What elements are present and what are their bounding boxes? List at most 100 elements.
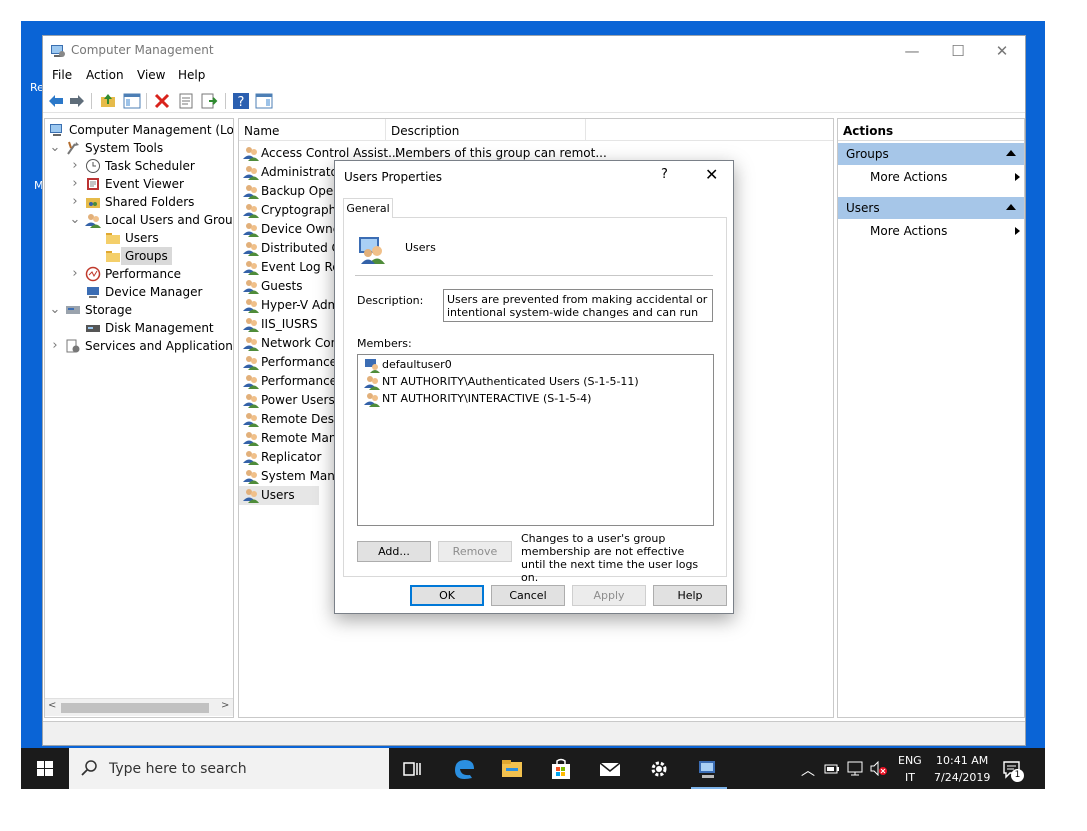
group-icon [243,318,259,332]
actions-section-users[interactable]: Users [838,197,1024,219]
group-icon [243,451,259,465]
collapse-caret-icon[interactable] [1006,150,1016,156]
edge-browser-icon[interactable] [451,756,477,782]
tree-item[interactable]: › Task Scheduler [45,157,233,175]
menu-file[interactable]: File [52,68,72,82]
tree-item[interactable]: ⌄ Local Users and Groups [45,211,233,229]
up-folder-icon[interactable] [99,92,117,110]
battery-icon[interactable] [824,762,840,775]
tree-item-label: Task Scheduler [105,159,195,173]
tab-general[interactable]: General [343,198,393,218]
scroll-right-icon[interactable]: > [221,700,229,711]
close-window-button[interactable]: ✕ [979,36,1025,66]
expanded-chevron-icon[interactable]: ⌄ [69,211,81,229]
delete-icon[interactable] [153,92,171,110]
member-name: NT AUTHORITY\Authenticated Users (S-1-5-… [382,375,639,388]
keyboard-layout-indicator[interactable]: IT [905,771,915,784]
expanded-chevron-icon[interactable]: ⌄ [49,301,61,319]
tree-item[interactable]: Disk Management [45,319,233,337]
description-field[interactable]: Users are prevented from making accident… [443,289,713,322]
tree-item-label: Performance [105,267,182,281]
more-actions-label: More Actions [870,224,948,238]
scroll-left-icon[interactable]: < [48,700,56,711]
more-actions-users[interactable]: More Actions [870,221,1020,241]
windows-start-icon[interactable] [21,748,69,789]
forward-arrow-icon[interactable] [68,92,86,110]
tree-item[interactable]: Users [45,229,233,247]
add-button[interactable]: Add... [357,541,431,562]
actions-section-groups[interactable]: Groups [838,143,1024,165]
more-actions-groups[interactable]: More Actions [870,167,1020,187]
tree-item[interactable]: ⌄ System Tools [45,139,233,157]
users-properties-dialog: Users Properties ? ✕ General Users Descr… [334,160,734,614]
show-hide-tree-icon[interactable] [123,92,141,110]
clock-time[interactable]: 10:41 AM [936,754,988,767]
dialog-close-button[interactable]: ✕ [705,165,718,184]
back-arrow-icon[interactable] [47,92,65,110]
menu-help[interactable]: Help [178,68,205,82]
computer-management-taskbar-icon[interactable] [695,756,721,782]
collapsed-chevron-icon[interactable]: › [69,157,81,175]
column-header-name[interactable]: Name [239,119,386,141]
file-explorer-icon[interactable] [499,756,525,782]
actions-title: Actions [838,119,1024,141]
collapsed-chevron-icon[interactable]: › [69,265,81,283]
export-list-icon[interactable] [200,92,218,110]
volume-muted-icon[interactable] [870,761,888,776]
properties-icon[interactable] [177,92,195,110]
tree-item[interactable]: › Services and Applications [45,337,233,355]
help-button[interactable]: Help [653,585,727,606]
remove-button[interactable]: Remove [438,541,512,562]
tree-item[interactable]: › Performance [45,265,233,283]
disk-icon [86,325,100,332]
menu-action[interactable]: Action [86,68,124,82]
column-header-description[interactable]: Description [386,119,586,141]
taskbar-search-box[interactable]: Type here to search [69,748,389,789]
show-hide-action-pane-icon[interactable] [255,92,273,110]
tree-item-label: Groups [121,247,172,265]
collapsed-chevron-icon[interactable]: › [69,193,81,211]
group-row[interactable]: Users [239,486,319,505]
dialog-help-button[interactable]: ? [661,167,668,182]
mail-icon[interactable] [597,756,623,782]
tree-item-label: Device Manager [105,285,203,299]
tree-item[interactable]: ⌄ Storage [45,301,233,319]
computer-management-icon [50,124,62,136]
group-name: Users [405,241,436,254]
task-view-icon[interactable] [399,756,425,782]
maximize-button[interactable]: ☐ [935,36,981,66]
ok-button[interactable]: OK [410,585,484,606]
language-indicator[interactable]: ENG [898,754,922,767]
event-viewer-icon [87,178,99,190]
group-icon [243,147,259,161]
cancel-button[interactable]: Cancel [491,585,565,606]
actions-pane: Actions Groups More Actions Users More A… [837,118,1025,718]
members-list[interactable]: defaultuser0 NT AUTHORITY\Authenticated … [357,354,714,526]
scroll-thumb[interactable] [61,703,209,713]
tree-item[interactable]: › Shared Folders [45,193,233,211]
window-title: Computer Management [71,43,214,57]
tree-horizontal-scrollbar[interactable]: < > [45,698,233,716]
apply-button[interactable]: Apply [572,585,646,606]
tree-item[interactable]: › Event Viewer [45,175,233,193]
group-icon [243,166,259,180]
tree-item[interactable]: Groups [45,247,233,265]
collapsed-chevron-icon[interactable]: › [49,337,61,355]
collapsed-chevron-icon[interactable]: › [69,175,81,193]
list-header: Name Description [239,119,833,141]
menu-view[interactable]: View [137,68,165,82]
network-icon[interactable] [847,761,863,776]
title-bar[interactable]: Computer Management — ☐ ✕ [43,36,1025,66]
group-name-cell: Power Users [261,393,335,407]
store-icon[interactable] [548,756,574,782]
membership-note: Changes to a user's group membership are… [521,532,699,584]
minimize-button[interactable]: — [889,36,935,66]
clock-date[interactable]: 7/24/2019 [934,771,990,784]
tree-item[interactable]: Device Manager [45,283,233,301]
tree-item[interactable]: Computer Management (Local [45,121,233,139]
expanded-chevron-icon[interactable]: ⌄ [49,139,61,157]
tray-chevron-icon[interactable]: ︿ [801,760,815,780]
collapse-caret-icon[interactable] [1006,204,1016,210]
help-icon[interactable]: ? [232,92,250,110]
settings-gear-icon[interactable] [646,756,672,782]
